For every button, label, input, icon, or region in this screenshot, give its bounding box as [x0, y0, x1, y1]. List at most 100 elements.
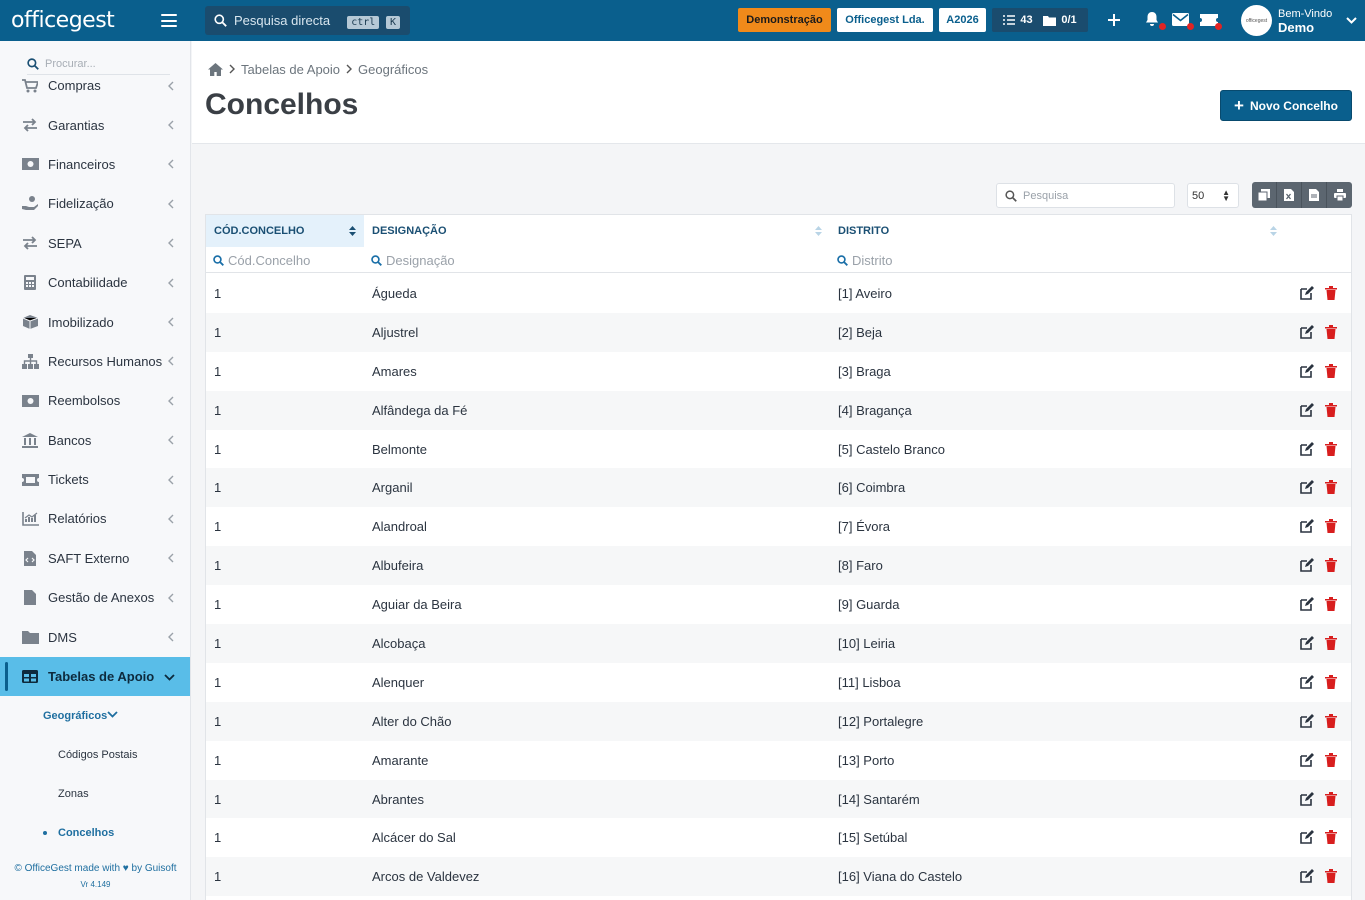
- table-search-input[interactable]: Pesquisa: [996, 183, 1175, 208]
- table-row[interactable]: 1 Abrantes [14] Santarém: [206, 779, 1351, 819]
- sidebar-item-financeiros[interactable]: Financeiros: [0, 145, 190, 184]
- edit-icon[interactable]: [1300, 674, 1314, 689]
- table-row[interactable]: 1 Aljustrel [2] Beja: [206, 312, 1351, 352]
- column-header-distrito[interactable]: DISTRITO: [830, 215, 1285, 247]
- global-search-input[interactable]: Pesquisa directa ctrl K: [205, 6, 410, 35]
- edit-icon[interactable]: [1300, 286, 1314, 300]
- table-row[interactable]: 1 Alcácer do Sal [15] Setúbal: [206, 818, 1351, 857]
- sidebar-subitem-concelhos[interactable]: Concelhos: [0, 814, 190, 853]
- delete-trash-icon[interactable]: [1324, 636, 1338, 651]
- table-row[interactable]: 1 Alter do Chão [12] Portalegre: [206, 701, 1351, 741]
- table-row[interactable]: 1 Belmonte [5] Castelo Branco: [206, 430, 1351, 469]
- sidebar-item-fidelizacao[interactable]: Fidelização: [0, 184, 190, 223]
- edit-icon[interactable]: [1300, 480, 1314, 495]
- delete-trash-icon[interactable]: [1324, 713, 1338, 728]
- cell-distrito: [12] Portalegre: [838, 713, 924, 729]
- sidebar-item-imobilizado[interactable]: Imobilizado: [0, 302, 190, 341]
- table-row[interactable]: 1 Alenquer [11] Lisboa: [206, 663, 1351, 702]
- sidebar-item-contabilidade[interactable]: Contabilidade: [0, 263, 190, 302]
- sidebar-item-saft-externo[interactable]: SAFT Externo: [0, 539, 190, 578]
- docs-counter[interactable]: 0/1: [1043, 14, 1077, 26]
- sidebar-subitem-zonas[interactable]: Zonas: [0, 775, 190, 814]
- edit-icon[interactable]: [1300, 324, 1314, 339]
- sidebar-item-dms[interactable]: DMS: [0, 617, 190, 656]
- sidebar-item-sepa[interactable]: SEPA: [0, 224, 190, 263]
- table-row[interactable]: 1 Amarante [13] Porto: [206, 741, 1351, 780]
- delete-trash-icon[interactable]: [1324, 286, 1338, 300]
- page-size-select[interactable]: 50 ▲ ▼: [1187, 183, 1239, 208]
- sidebar-item-tabelas-de-apoio[interactable]: Tabelas de Apoio: [0, 656, 190, 697]
- table-row[interactable]: 1 Alandroal [7] Évora: [206, 507, 1351, 546]
- edit-icon[interactable]: [1300, 363, 1314, 378]
- delete-trash-icon[interactable]: [1324, 441, 1338, 456]
- table-row[interactable]: 1 Arganil [6] Coimbra: [206, 468, 1351, 508]
- edit-icon[interactable]: [1300, 636, 1314, 650]
- shortcut-hint: ctrl K: [344, 13, 400, 29]
- column-header-codigo[interactable]: CÓD.CONCELHO: [206, 215, 364, 247]
- delete-trash-icon[interactable]: [1324, 363, 1338, 378]
- tickets-icon[interactable]: [1200, 11, 1222, 30]
- sidebar-item-recursos-humanos[interactable]: Recursos Humanos: [0, 342, 190, 381]
- table-row[interactable]: 1 Águeda [1] Aveiro: [206, 274, 1351, 313]
- table-row[interactable]: 1 Amares [3] Braga: [206, 352, 1351, 391]
- table-row[interactable]: 1 Alfândega da Fé [4] Bragança: [206, 390, 1351, 430]
- new-concelho-button[interactable]: + Novo Concelho: [1220, 90, 1352, 121]
- sidebar-item-bancos[interactable]: Bancos: [0, 421, 190, 460]
- copy-button[interactable]: [1252, 182, 1277, 208]
- sidebar-item-compras[interactable]: Compras: [0, 66, 190, 105]
- sidebar-item-garantias[interactable]: Garantias: [0, 105, 190, 144]
- sidebar-subitem-codigos-postais[interactable]: Códigos Postais: [0, 736, 190, 775]
- sidebar-subgroup-geograficos[interactable]: Geográficos: [0, 696, 190, 735]
- filter-designacao-input[interactable]: Designação: [364, 247, 830, 273]
- sidebar-item-tickets[interactable]: Tickets: [0, 460, 190, 499]
- edit-icon[interactable]: [1300, 830, 1314, 845]
- notifications-bell-icon[interactable]: [1144, 11, 1166, 30]
- add-icon[interactable]: [1106, 11, 1126, 29]
- delete-trash-icon[interactable]: [1324, 480, 1338, 495]
- breadcrumb-tabelas-de-apoio[interactable]: Tabelas de Apoio: [241, 62, 340, 77]
- app-logo[interactable]: officegest: [0, 0, 191, 41]
- demo-badge[interactable]: Demonstração: [738, 8, 831, 32]
- print-button[interactable]: [1327, 182, 1352, 208]
- table-row[interactable]: 1 Arcos de Valdevez [16] Viana do Castelo: [206, 857, 1351, 897]
- edit-icon[interactable]: [1300, 869, 1314, 884]
- table-row[interactable]: 1 Alcobaça [10] Leiria: [206, 624, 1351, 663]
- table-row[interactable]: 1 Aguiar da Beira [9] Guarda: [206, 585, 1351, 624]
- edit-icon[interactable]: [1300, 752, 1314, 767]
- user-menu[interactable]: officegest Bem-Vindo Demo: [1241, 5, 1357, 36]
- edit-icon[interactable]: [1300, 558, 1314, 573]
- delete-trash-icon[interactable]: [1324, 519, 1338, 534]
- breadcrumb-geograficos[interactable]: Geográficos: [358, 62, 428, 77]
- delete-trash-icon[interactable]: [1324, 402, 1338, 417]
- edit-icon[interactable]: [1300, 402, 1314, 417]
- sidebar-item-gestao-de-anexos[interactable]: Gestão de Anexos: [0, 578, 190, 617]
- delete-trash-icon[interactable]: [1324, 324, 1338, 339]
- excel-export-button[interactable]: [1277, 182, 1302, 208]
- delete-trash-icon[interactable]: [1324, 830, 1338, 845]
- edit-icon[interactable]: [1300, 791, 1314, 806]
- delete-trash-icon[interactable]: [1324, 597, 1338, 612]
- delete-trash-icon[interactable]: [1324, 752, 1338, 767]
- filter-codigo-input[interactable]: Cód.Concelho: [206, 247, 364, 273]
- csv-export-button[interactable]: [1302, 182, 1327, 208]
- edit-icon[interactable]: [1300, 597, 1314, 611]
- edit-icon[interactable]: [1300, 713, 1314, 728]
- edit-icon[interactable]: [1300, 441, 1314, 456]
- tasks-counter[interactable]: 43: [1003, 14, 1033, 26]
- column-header-designacao[interactable]: DESIGNAÇÃO: [364, 215, 830, 247]
- table-row[interactable]: 1 Albufeira [8] Faro: [206, 546, 1351, 586]
- delete-trash-icon[interactable]: [1324, 791, 1338, 806]
- home-icon[interactable]: [208, 63, 223, 76]
- sidebar-item-relatorios[interactable]: Relatórios: [0, 499, 190, 538]
- counters-badge[interactable]: 43 0/1: [992, 8, 1088, 32]
- messages-mail-icon[interactable]: [1172, 11, 1194, 30]
- delete-trash-icon[interactable]: [1324, 674, 1338, 689]
- filter-distrito-input[interactable]: Distrito: [830, 247, 1285, 273]
- edit-icon[interactable]: [1300, 519, 1314, 534]
- delete-trash-icon[interactable]: [1324, 558, 1338, 573]
- sidebar-item-reembolsos[interactable]: Reembolsos: [0, 381, 190, 420]
- menu-toggle-icon[interactable]: [161, 14, 177, 27]
- year-selector[interactable]: A2026: [939, 8, 986, 32]
- company-selector[interactable]: Officegest Lda.: [837, 8, 933, 32]
- delete-trash-icon[interactable]: [1324, 869, 1338, 884]
